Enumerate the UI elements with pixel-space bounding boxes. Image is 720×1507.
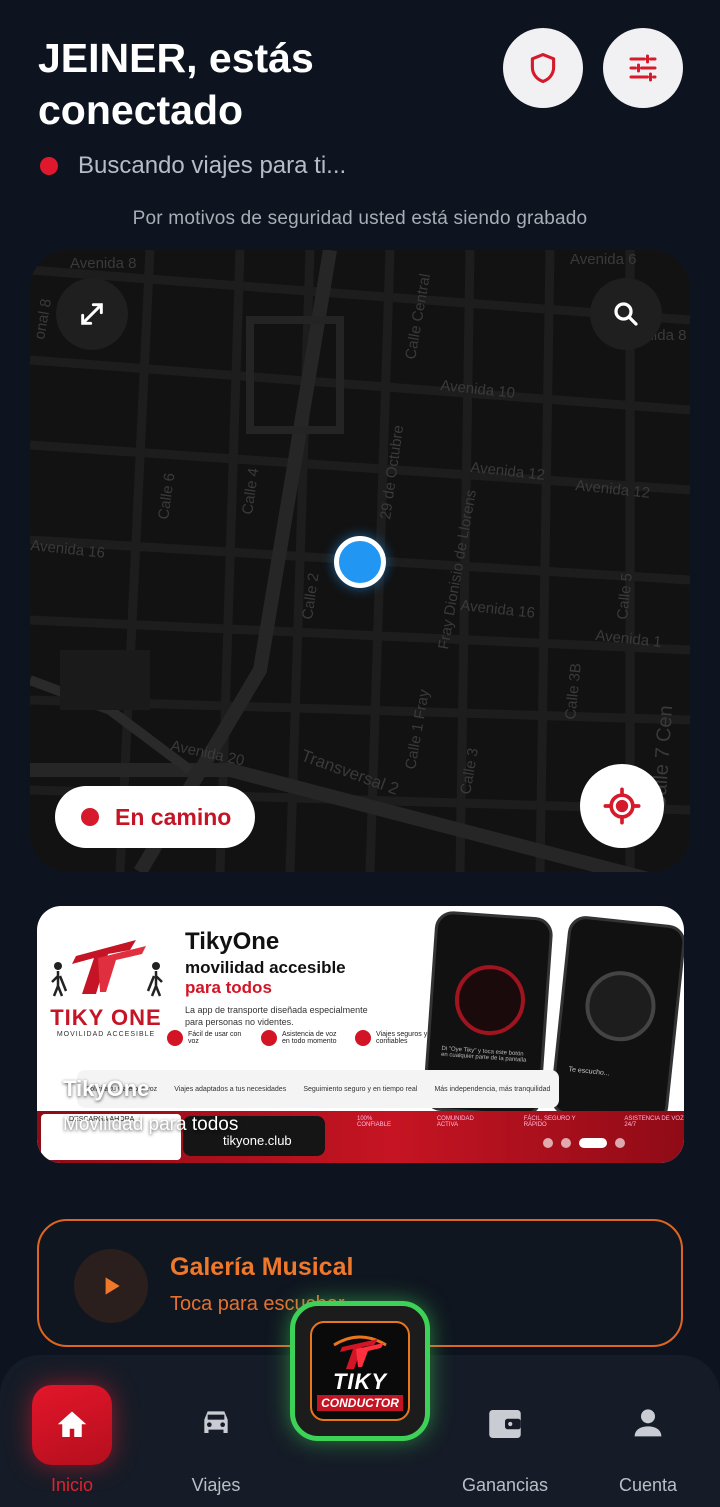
person-icon [634, 1409, 662, 1437]
nav-item-ganancias[interactable]: Ganancias [461, 1355, 549, 1507]
feature-list: Fácil de usar con voz Asistencia de voz … [167, 1030, 435, 1046]
status-dot [40, 157, 58, 175]
carousel-dot[interactable] [561, 1138, 571, 1148]
banner-copy: TikyOne movilidad accesible para todos L… [185, 928, 375, 1028]
car-icon [204, 1411, 228, 1433]
nav-label: Ganancias [461, 1475, 549, 1495]
shield-check-icon [355, 1030, 371, 1046]
center-logo-subtext: CONDUCTOR [317, 1395, 403, 1411]
tikyone-logo: TIKY ONE MOVILIDAD ACCESIBLE [41, 936, 171, 1038]
greeting-title: JEINER, estás conectado [38, 35, 314, 133]
map-label: Calle Central [402, 272, 434, 360]
nav-item-cuenta[interactable]: Cuenta [608, 1355, 688, 1507]
walking-figures-icon [51, 940, 163, 997]
map-label: Avenida 16 [460, 597, 536, 622]
carousel-dot[interactable] [543, 1138, 553, 1148]
tiky-conductor-button[interactable]: TIKY CONDUCTOR [290, 1301, 430, 1441]
play-icon [105, 1277, 120, 1295]
map-label: Calle 6 [155, 472, 178, 521]
nav-item-inicio[interactable]: Inicio [32, 1355, 112, 1507]
music-title: Galería Musical [170, 1253, 354, 1281]
search-icon [614, 302, 638, 326]
stats-row: 100% CONFIABLE COMUNIDAD ACTIVA FÁCIL, S… [357, 1116, 684, 1128]
safety-button[interactable] [503, 28, 583, 108]
voice-icon [167, 1030, 183, 1046]
map-view[interactable]: Avenida 8 Avenida 6 Avenida 10 Avenida 1… [30, 250, 690, 872]
map-label: Calle 3B [562, 662, 585, 720]
wallet-icon [489, 1410, 521, 1438]
carousel-dot[interactable] [615, 1138, 625, 1148]
nav-label: Inicio [50, 1475, 94, 1495]
banner-headline-2: para todos [185, 978, 272, 997]
map-label: Calle 1 Fray [402, 688, 433, 771]
map-label: onal 8 [31, 297, 55, 340]
play-button[interactable] [74, 1249, 148, 1323]
map-label: Avenida 8 [70, 255, 136, 272]
map-label: Avenida 12 [575, 477, 651, 502]
sliders-icon [629, 54, 657, 82]
phone-logo-ring [581, 967, 659, 1045]
promo-banner[interactable]: TIKY ONE MOVILIDAD ACCESIBLE TikyOne mov… [37, 906, 684, 1163]
feature-item: Viajes seguros y confiables [355, 1030, 435, 1046]
expand-map-button[interactable] [56, 278, 128, 350]
phone-mockup: Te escucho... [548, 914, 684, 1126]
logo-subtext: MOVILIDAD ACCESIBLE [56, 1031, 156, 1038]
gps-target-icon [603, 787, 641, 825]
banner-subtitle: Movilidad para todos [63, 1114, 239, 1135]
map-label: Avenida 6 [570, 251, 636, 268]
logo-text: TIKY ONE [50, 1005, 162, 1030]
headset-icon [261, 1030, 277, 1046]
phone-logo-ring [452, 962, 528, 1038]
carousel-dot-active[interactable] [579, 1138, 607, 1148]
banner-headline-1: movilidad accesible [185, 958, 346, 977]
trip-status-chip[interactable]: En camino [55, 786, 255, 848]
nav-item-viajes[interactable]: Viajes [176, 1355, 256, 1507]
tiky-conductor-logo: TIKY CONDUCTOR [310, 1321, 410, 1421]
current-location-marker [334, 536, 386, 588]
tiky-logo-icon [333, 1335, 387, 1369]
banner-title: TikyOne [63, 1076, 150, 1101]
home-icon [57, 1411, 87, 1437]
map-label: Calle 4 [239, 467, 262, 516]
trip-status-label: En camino [115, 803, 232, 830]
feature-item: Fácil de usar con voz [167, 1030, 247, 1046]
nav-label: Cuenta [618, 1475, 678, 1495]
filters-button[interactable] [603, 28, 683, 108]
banner-brand-name: TikyOne [185, 928, 280, 955]
carousel-indicator[interactable] [543, 1138, 625, 1148]
status-text: Buscando viajes para ti... [78, 152, 347, 179]
banner-description: La app de transporte diseñada especialme… [185, 1005, 368, 1027]
expand-icon [81, 303, 103, 325]
recording-notice: Por motivos de seguridad usted está sien… [132, 208, 588, 229]
nav-label: Viajes [191, 1475, 241, 1495]
recenter-button[interactable] [580, 764, 664, 848]
chip-dot [81, 808, 99, 826]
connection-status: Buscando viajes para ti... [40, 152, 346, 180]
home-tile[interactable] [32, 1385, 112, 1465]
map-search-button[interactable] [590, 278, 662, 350]
center-logo-text: TIKY [332, 1369, 388, 1394]
feature-item: Asistencia de voz en todo momento [261, 1030, 341, 1046]
shield-icon [530, 52, 556, 84]
